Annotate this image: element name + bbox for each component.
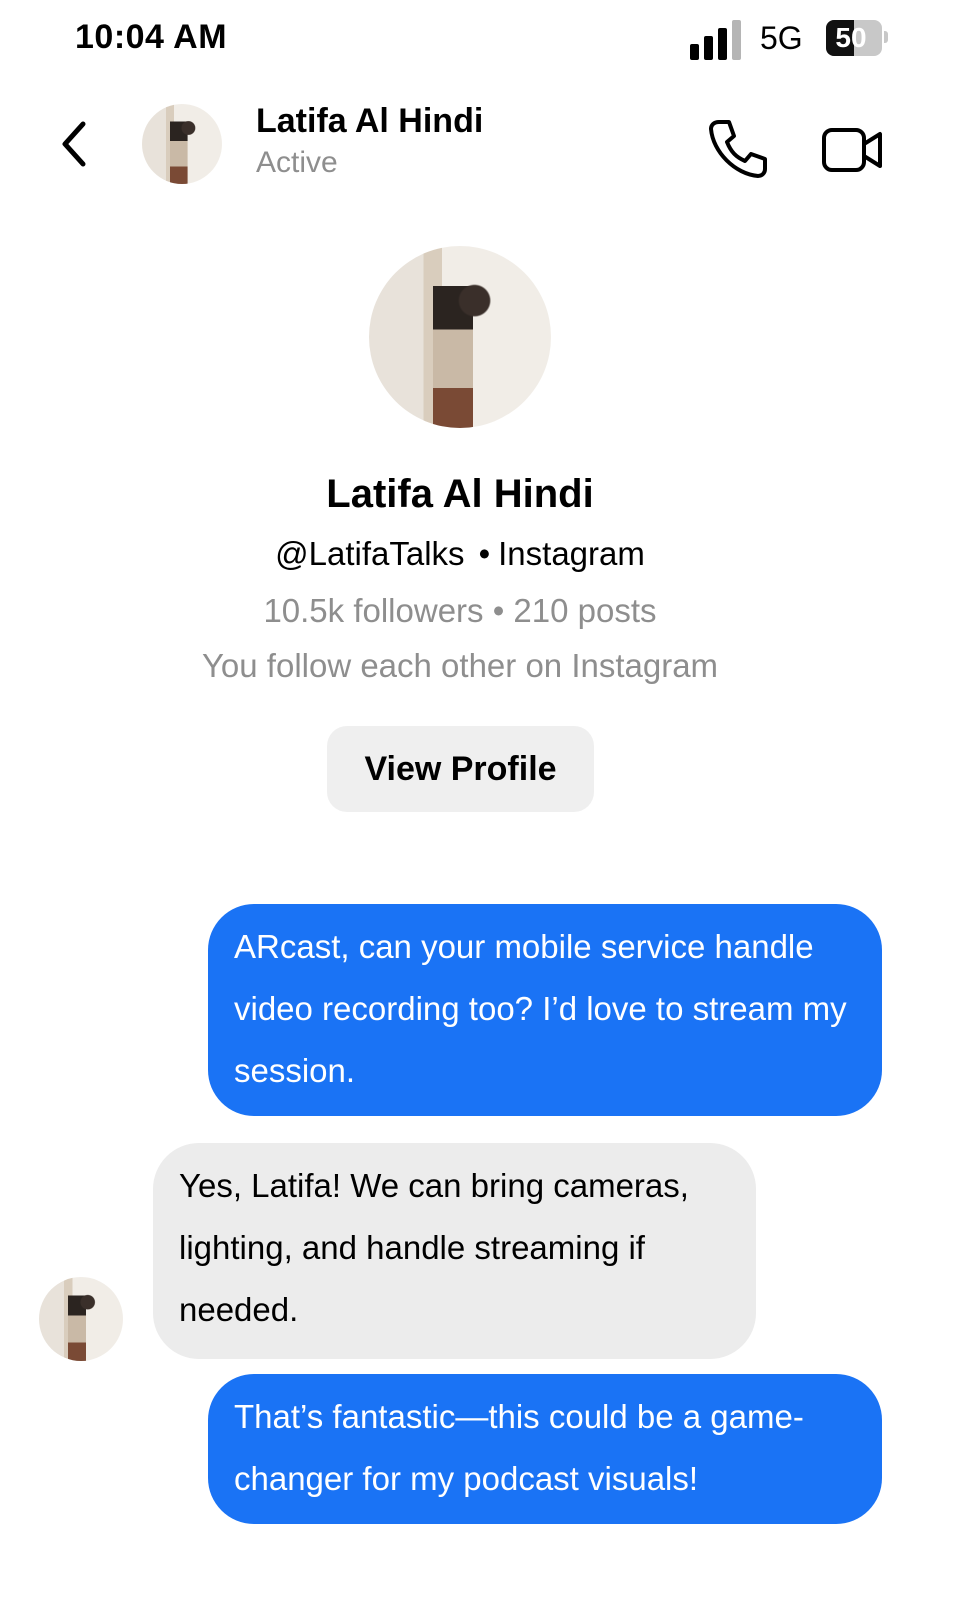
profile-handle-line: @LatifaTalks • Instagram <box>0 535 920 573</box>
signal-strength-icon <box>690 20 748 60</box>
profile-avatar[interactable] <box>369 246 551 428</box>
phone-icon <box>709 120 767 178</box>
profile-platform: Instagram <box>498 535 645 572</box>
voice-call-button[interactable] <box>705 116 771 182</box>
battery-tip <box>884 31 888 43</box>
sender-avatar[interactable] <box>39 1277 123 1361</box>
header-avatar[interactable] <box>142 104 222 184</box>
message-bubble-outgoing[interactable]: ARcast, can your mobile service handle v… <box>208 904 882 1116</box>
profile-handle: @LatifaTalks <box>275 535 465 572</box>
profile-name: Latifa Al Hindi <box>326 472 594 516</box>
message-bubble-outgoing[interactable]: That’s fantastic—this could be a game-ch… <box>208 1374 882 1524</box>
message-bubble-incoming[interactable]: Yes, Latifa! We can bring cameras, light… <box>153 1143 756 1359</box>
video-call-button[interactable] <box>820 122 886 178</box>
chevron-left-icon <box>62 121 86 167</box>
status-time: 10:04 AM <box>75 18 228 56</box>
back-button[interactable] <box>52 116 96 172</box>
view-profile-button[interactable]: View Profile <box>327 726 594 812</box>
battery-level: 50 <box>835 22 867 53</box>
battery-icon: 50 <box>826 20 882 56</box>
mutual-follow-note: You follow each other on Instagram <box>201 647 719 684</box>
video-camera-icon <box>822 128 882 172</box>
profile-photo <box>369 246 551 428</box>
header-contact-name[interactable]: Latifa Al Hindi <box>256 102 483 141</box>
messenger-chat-screen: 10:04 AM 5G 50 Latifa Al Hindi Active La… <box>0 0 960 1611</box>
separator-dot: • <box>478 535 491 572</box>
avatar-photo <box>142 104 222 184</box>
network-type: 5G <box>760 20 803 56</box>
header-active-status: Active <box>256 146 338 179</box>
profile-stats: 10.5k followers • 210 posts <box>263 592 657 629</box>
sender-photo <box>39 1277 123 1361</box>
